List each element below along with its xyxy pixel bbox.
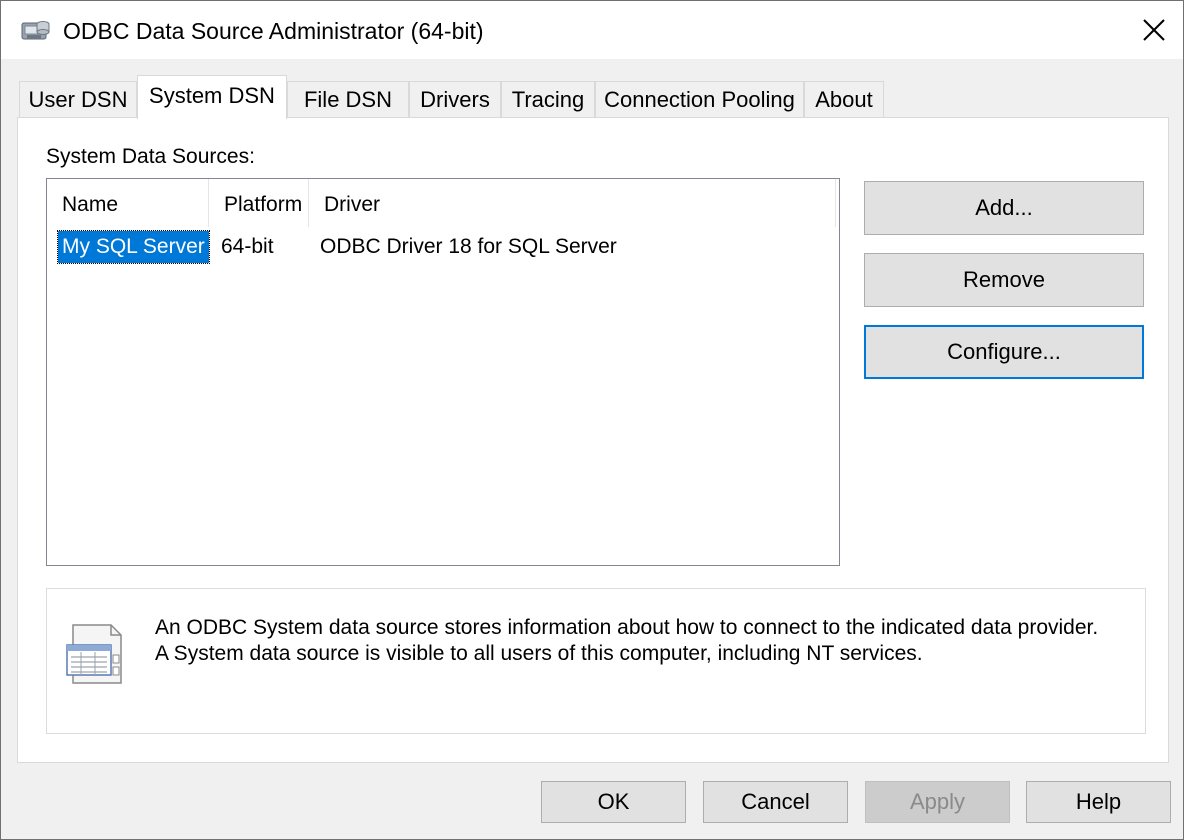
tab-user-dsn[interactable]: User DSN (19, 81, 137, 117)
tab-tracing[interactable]: Tracing (501, 81, 595, 117)
close-icon (1143, 19, 1165, 41)
info-line-1: An ODBC System data source stores inform… (155, 616, 1099, 639)
tab-file-dsn[interactable]: File DSN (287, 81, 409, 117)
title-bar: ODBC Data Source Administrator (64-bit) (1, 1, 1183, 59)
cell-platform: 64-bit (221, 235, 274, 258)
help-button[interactable]: Help (1026, 781, 1171, 823)
close-button[interactable] (1125, 1, 1183, 59)
info-box: An ODBC System data source stores inform… (46, 588, 1146, 734)
section-label: System Data Sources: (46, 145, 255, 168)
cancel-button[interactable]: Cancel (703, 781, 848, 823)
configure-button[interactable]: Configure... (864, 325, 1144, 379)
data-sources-list[interactable]: Name Platform Driver My SQL Server 64-bi… (46, 178, 840, 566)
cell-driver: ODBC Driver 18 for SQL Server (320, 235, 617, 258)
column-header-name[interactable]: Name (47, 179, 209, 227)
odbc-admin-window: ODBC Data Source Administrator (64-bit) … (0, 0, 1184, 840)
tab-about[interactable]: About (804, 81, 884, 117)
remove-button[interactable]: Remove (864, 253, 1144, 307)
info-line-2: A System data source is visible to all u… (155, 642, 923, 665)
cell-name[interactable]: My SQL Server (57, 230, 210, 264)
odbc-app-icon (21, 21, 50, 40)
tab-system-dsn[interactable]: System DSN (137, 75, 287, 119)
list-header: Name Platform Driver (47, 179, 839, 227)
system-dsn-panel: System Data Sources: Name Platform Drive… (17, 117, 1169, 763)
ok-button[interactable]: OK (541, 781, 686, 823)
table-row[interactable]: My SQL Server 64-bit ODBC Driver 18 for … (47, 230, 839, 264)
window-title: ODBC Data Source Administrator (64-bit) (63, 18, 484, 44)
apply-button[interactable]: Apply (865, 781, 1010, 823)
column-header-platform[interactable]: Platform (209, 179, 309, 227)
column-header-driver[interactable]: Driver (309, 179, 836, 227)
data-source-document-icon (66, 624, 122, 684)
tab-drivers[interactable]: Drivers (409, 81, 501, 117)
add-button[interactable]: Add... (864, 181, 1144, 235)
tab-connection-pooling[interactable]: Connection Pooling (595, 81, 804, 117)
info-description: An ODBC System data source stores inform… (155, 615, 1098, 667)
